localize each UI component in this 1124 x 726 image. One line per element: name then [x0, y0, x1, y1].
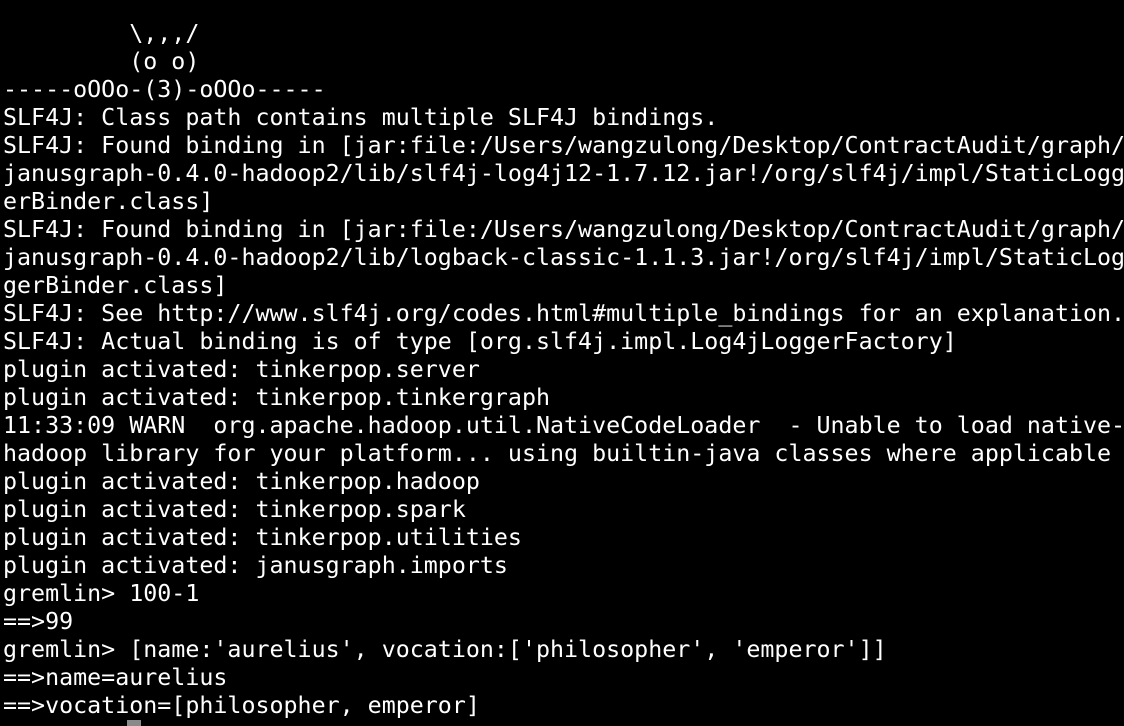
warn-line: hadoop library for your platform... usin…: [3, 440, 1112, 467]
result-line-last: ==>vocation=[philosopher, emperor]: [3, 692, 1124, 720]
text-cursor: [127, 720, 141, 726]
log-line: SLF4J: See http://www.slf4j.org/codes.ht…: [3, 300, 1124, 327]
log-line: SLF4J: Found binding in [jar:file:/Users…: [3, 132, 1124, 159]
terminal-window[interactable]: \,,,/ (o o) -----oOOo-(3)-oOOo----- SLF4…: [0, 0, 1124, 726]
result-line: ==>name=aurelius: [3, 664, 228, 691]
plugin-line: plugin activated: janusgraph.imports: [3, 552, 508, 579]
ascii-art-face: (o o): [3, 48, 200, 75]
ascii-art-hands: \,,,/: [3, 20, 200, 47]
log-line: SLF4J: Actual binding is of type [org.sl…: [3, 328, 957, 355]
result-text: ==>vocation=[philosopher, emperor]: [3, 692, 480, 719]
gremlin-prompt-line: gremlin> [name:'aurelius', vocation:['ph…: [3, 636, 887, 663]
log-line: erBinder.class]: [3, 188, 214, 215]
log-line: SLF4J: Class path contains multiple SLF4…: [3, 104, 719, 131]
log-line: janusgraph-0.4.0-hadoop2/lib/slf4j-log4j…: [3, 160, 1124, 187]
plugin-line: plugin activated: tinkerpop.hadoop: [3, 468, 480, 495]
plugin-line: plugin activated: tinkerpop.tinkergraph: [3, 384, 551, 411]
ascii-art-banner: -----oOOo-(3)-oOOo-----: [3, 76, 326, 103]
log-line: gerBinder.class]: [3, 272, 228, 299]
log-line: SLF4J: Found binding in [jar:file:/Users…: [3, 216, 1124, 243]
plugin-line: plugin activated: tinkerpop.spark: [3, 496, 466, 523]
warn-line: 11:33:09 WARN org.apache.hadoop.util.Nat…: [3, 412, 1124, 439]
result-line: ==>99: [3, 608, 74, 635]
plugin-line: plugin activated: tinkerpop.server: [3, 356, 480, 383]
log-line: janusgraph-0.4.0-hadoop2/lib/logback-cla…: [3, 244, 1124, 271]
gremlin-prompt-line: gremlin> 100-1: [3, 580, 200, 607]
plugin-line: plugin activated: tinkerpop.utilities: [3, 524, 522, 551]
